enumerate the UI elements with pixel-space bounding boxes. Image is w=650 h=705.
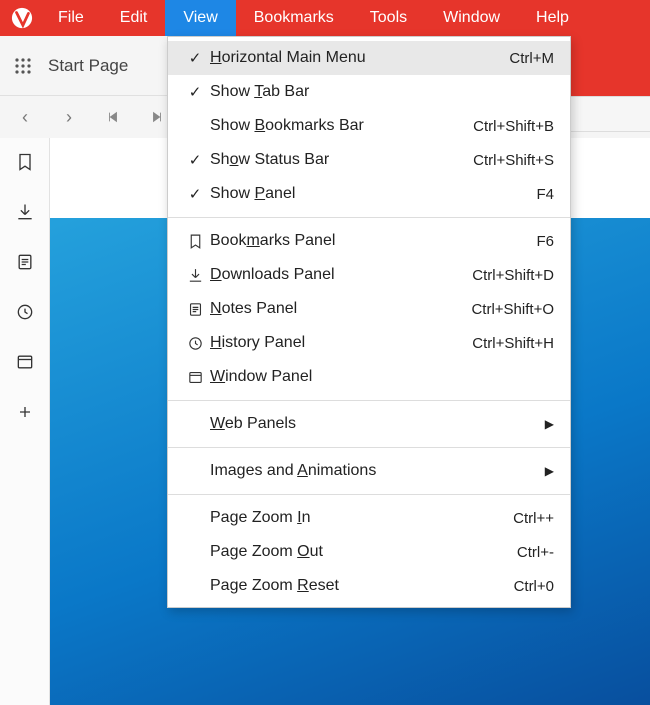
menu-item-notes-panel[interactable]: Notes PanelCtrl+Shift+O — [168, 292, 570, 326]
menu-shortcut: F6 — [536, 233, 554, 250]
panel-window-icon[interactable] — [13, 350, 37, 374]
history-icon — [180, 335, 210, 352]
checkmark-icon: ✓ — [180, 185, 210, 203]
panel-notes-icon[interactable] — [13, 250, 37, 274]
menu-separator — [168, 494, 570, 495]
window-icon — [180, 369, 210, 386]
menu-item-web-panels[interactable]: Web Panels▶ — [168, 407, 570, 441]
menubar: File Edit View Bookmarks Tools Window He… — [0, 0, 650, 36]
menu-item-label: Page Zoom Out — [210, 543, 517, 561]
menu-item-show-tab-bar[interactable]: ✓Show Tab Bar — [168, 75, 570, 109]
app-logo-icon[interactable] — [0, 0, 44, 36]
menu-bookmarks[interactable]: Bookmarks — [236, 0, 352, 36]
menu-view[interactable]: View — [165, 0, 235, 36]
menu-item-label: Bookmarks Panel — [210, 232, 536, 250]
menu-file[interactable]: File — [44, 0, 102, 36]
chrome-right-strips — [571, 36, 650, 132]
tab-title[interactable]: Start Page — [48, 56, 128, 76]
fastfwd-icon[interactable] — [148, 110, 166, 124]
side-panel — [0, 138, 50, 705]
submenu-arrow-icon: ▶ — [545, 417, 554, 431]
menu-item-label: Page Zoom In — [210, 509, 513, 527]
menu-shortcut: Ctrl+M — [509, 50, 554, 67]
menu-shortcut: Ctrl+Shift+S — [473, 152, 554, 169]
menu-separator — [168, 217, 570, 218]
menu-item-page-zoom-in[interactable]: Page Zoom InCtrl++ — [168, 501, 570, 535]
bookmark-icon — [180, 233, 210, 250]
forward-icon[interactable]: › — [60, 107, 78, 128]
menu-shortcut: Ctrl+- — [517, 544, 554, 561]
menu-item-label: Web Panels — [210, 415, 545, 433]
menu-tools[interactable]: Tools — [352, 0, 425, 36]
download-icon — [180, 267, 210, 284]
menu-separator — [168, 447, 570, 448]
menu-shortcut: Ctrl+0 — [514, 578, 554, 595]
menu-edit[interactable]: Edit — [102, 0, 166, 36]
menu-item-label: Horizontal Main Menu — [210, 49, 509, 67]
menu-separator — [168, 400, 570, 401]
menu-shortcut: Ctrl++ — [513, 510, 554, 527]
checkmark-icon: ✓ — [180, 83, 210, 101]
menu-item-window-panel[interactable]: Window Panel — [168, 360, 570, 394]
menu-help[interactable]: Help — [518, 0, 587, 36]
menu-item-show-bookmarks-bar[interactable]: Show Bookmarks BarCtrl+Shift+B — [168, 109, 570, 143]
menu-item-downloads-panel[interactable]: Downloads PanelCtrl+Shift+D — [168, 258, 570, 292]
menu-item-label: Show Panel — [210, 185, 536, 203]
menu-item-label: Downloads Panel — [210, 266, 472, 284]
menu-shortcut: Ctrl+Shift+B — [473, 118, 554, 135]
menu-item-horizontal-main-menu[interactable]: ✓Horizontal Main MenuCtrl+M — [168, 41, 570, 75]
menu-item-page-zoom-out[interactable]: Page Zoom OutCtrl+- — [168, 535, 570, 569]
rewind-icon[interactable] — [104, 110, 122, 124]
menu-item-images-and-animations[interactable]: Images and Animations▶ — [168, 454, 570, 488]
menu-item-label: Page Zoom Reset — [210, 577, 514, 595]
checkmark-icon: ✓ — [180, 151, 210, 169]
menu-shortcut: Ctrl+Shift+H — [472, 335, 554, 352]
menu-item-history-panel[interactable]: History PanelCtrl+Shift+H — [168, 326, 570, 360]
panel-download-icon[interactable] — [13, 200, 37, 224]
menu-shortcut: F4 — [536, 186, 554, 203]
panel-bookmark-icon[interactable] — [13, 150, 37, 174]
menu-item-page-zoom-reset[interactable]: Page Zoom ResetCtrl+0 — [168, 569, 570, 603]
panel-add-icon[interactable] — [13, 400, 37, 424]
menu-item-label: History Panel — [210, 334, 472, 352]
menu-item-label: Show Bookmarks Bar — [210, 117, 473, 135]
back-icon[interactable]: ‹ — [16, 107, 34, 128]
menu-shortcut: Ctrl+Shift+O — [471, 301, 554, 318]
menu-item-label: Window Panel — [210, 368, 554, 386]
menu-item-label: Images and Animations — [210, 462, 545, 480]
apps-icon[interactable] — [14, 57, 32, 75]
menu-item-label: Show Tab Bar — [210, 83, 554, 101]
menu-window[interactable]: Window — [425, 0, 518, 36]
menu-item-label: Notes Panel — [210, 300, 471, 318]
menu-item-bookmarks-panel[interactable]: Bookmarks PanelF6 — [168, 224, 570, 258]
panel-history-icon[interactable] — [13, 300, 37, 324]
menu-shortcut: Ctrl+Shift+D — [472, 267, 554, 284]
notes-icon — [180, 301, 210, 318]
menu-item-show-panel[interactable]: ✓Show PanelF4 — [168, 177, 570, 211]
submenu-arrow-icon: ▶ — [545, 464, 554, 478]
checkmark-icon: ✓ — [180, 49, 210, 67]
menu-item-show-status-bar[interactable]: ✓Show Status BarCtrl+Shift+S — [168, 143, 570, 177]
menu-item-label: Show Status Bar — [210, 151, 473, 169]
view-menu-dropdown: ✓Horizontal Main MenuCtrl+M✓Show Tab Bar… — [167, 36, 571, 608]
